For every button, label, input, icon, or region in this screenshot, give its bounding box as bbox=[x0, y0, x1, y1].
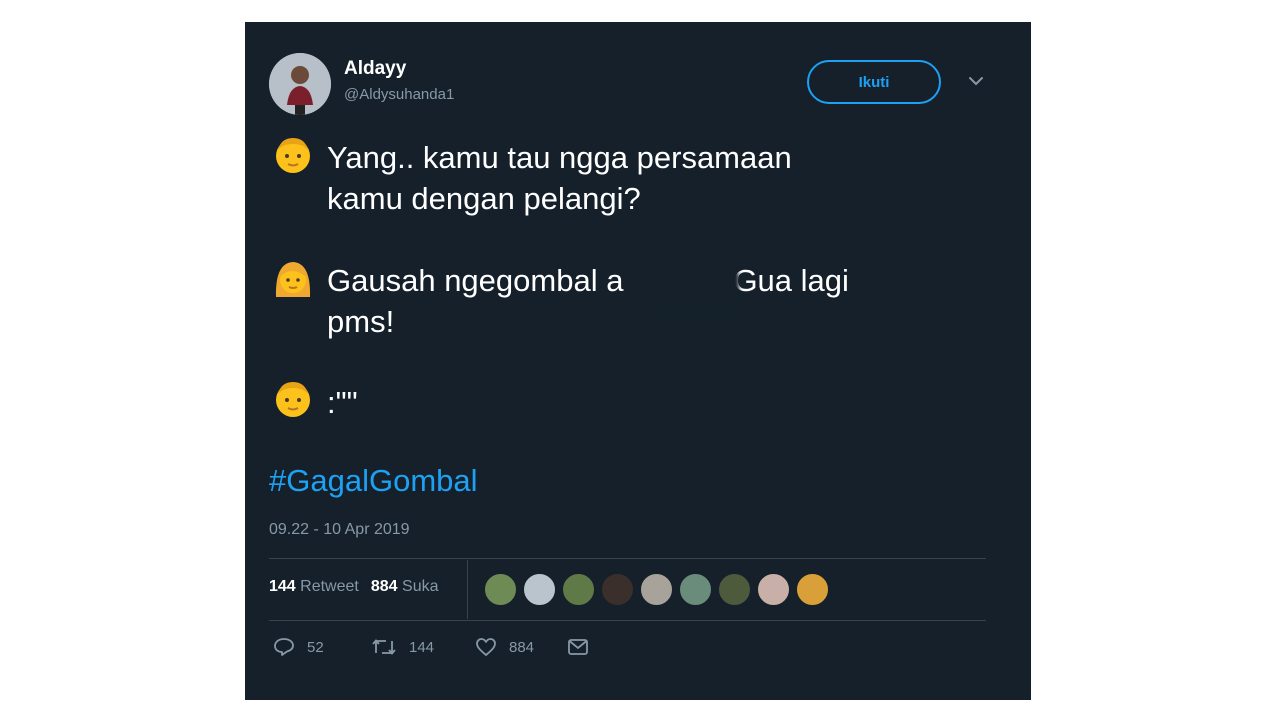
tweet-line-1-b: kamu dengan pelangi? bbox=[327, 181, 641, 216]
retweet-button[interactable]: 144 bbox=[371, 637, 475, 657]
tweet-actions: 52 144 884 bbox=[273, 637, 601, 657]
retweet-count: 144 bbox=[409, 638, 435, 656]
man-face-icon bbox=[273, 378, 313, 422]
tweet-line-2: Gausah ngegombal a Gua lagi pms! bbox=[327, 260, 947, 342]
avatar[interactable] bbox=[718, 573, 751, 606]
tweet-line-2-a: Gausah ngegombal a Gua lagi bbox=[327, 263, 849, 298]
tweet-stats: 144 Retweet 884 Suka bbox=[269, 578, 438, 596]
like-button[interactable]: 884 bbox=[475, 637, 567, 657]
censored-region bbox=[643, 272, 739, 308]
tweet-card: Aldayy @Aldysuhanda1 Ikuti Yang.. kamu t… bbox=[245, 22, 1031, 700]
reply-button[interactable]: 52 bbox=[273, 637, 371, 657]
hashtag-link[interactable]: #GagalGombal bbox=[269, 463, 478, 499]
tweet-line-2-b: pms! bbox=[327, 304, 395, 339]
avatar[interactable] bbox=[796, 573, 829, 606]
divider bbox=[467, 560, 468, 619]
liker-avatars bbox=[484, 573, 835, 606]
avatar[interactable] bbox=[679, 573, 712, 606]
tweet-line-1-a: Yang.. kamu tau ngga persamaan bbox=[327, 140, 792, 175]
like-stat[interactable]: 884 Suka bbox=[371, 578, 439, 595]
retweet-stat[interactable]: 144 Retweet bbox=[269, 578, 359, 595]
divider bbox=[269, 620, 986, 621]
divider bbox=[269, 558, 986, 559]
avatar[interactable] bbox=[601, 573, 634, 606]
display-name[interactable]: Aldayy bbox=[344, 58, 406, 80]
avatar[interactable] bbox=[269, 53, 331, 115]
direct-message-button[interactable] bbox=[567, 638, 601, 656]
tweet-timestamp[interactable]: 09.22 - 10 Apr 2019 bbox=[269, 521, 410, 539]
woman-face-icon bbox=[273, 257, 313, 301]
avatar[interactable] bbox=[640, 573, 673, 606]
man-face-icon bbox=[273, 134, 313, 178]
mail-icon bbox=[568, 639, 588, 655]
avatar[interactable] bbox=[562, 573, 595, 606]
like-count: 884 bbox=[509, 638, 535, 656]
avatar[interactable] bbox=[523, 573, 556, 606]
heart-icon bbox=[476, 638, 496, 656]
reply-icon bbox=[274, 638, 294, 656]
chevron-down-icon[interactable] bbox=[967, 74, 985, 88]
user-handle[interactable]: @Aldysuhanda1 bbox=[344, 86, 454, 103]
tweet-line-1: Yang.. kamu tau ngga persamaan kamu deng… bbox=[327, 137, 947, 219]
follow-button[interactable]: Ikuti bbox=[807, 60, 941, 104]
retweet-icon bbox=[372, 639, 396, 655]
reply-count: 52 bbox=[307, 638, 324, 656]
avatar[interactable] bbox=[757, 573, 790, 606]
tweet-line-3: :"" bbox=[327, 385, 358, 420]
avatar[interactable] bbox=[484, 573, 517, 606]
